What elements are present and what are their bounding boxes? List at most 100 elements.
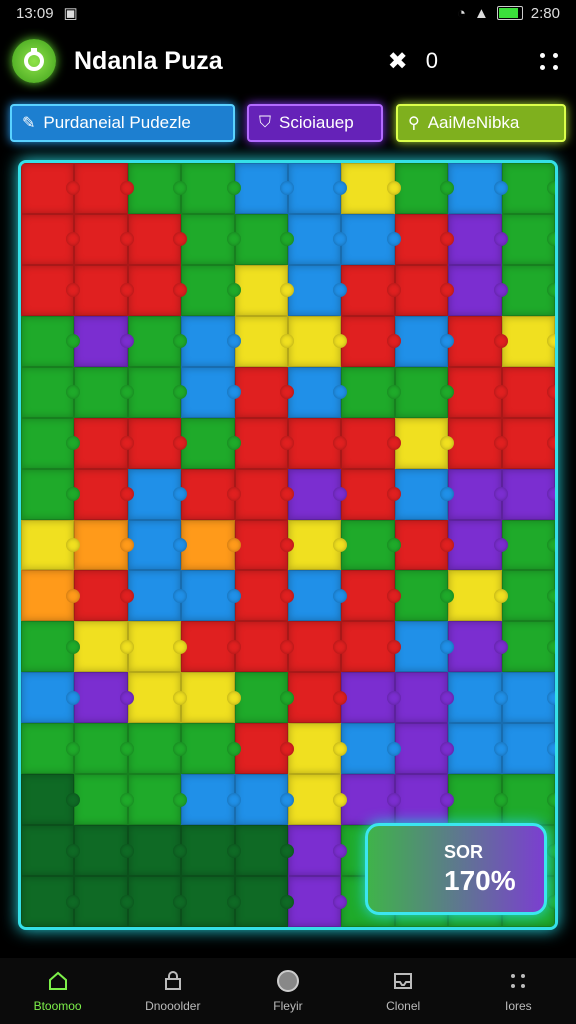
- puzzle-piece[interactable]: [341, 672, 402, 724]
- puzzle-piece[interactable]: [181, 672, 242, 724]
- puzzle-piece[interactable]: [74, 417, 135, 469]
- puzzle-piece[interactable]: [21, 417, 81, 469]
- puzzle-piece[interactable]: [181, 825, 242, 877]
- nav-item-fleyir[interactable]: Fleyir: [238, 969, 338, 1013]
- puzzle-piece[interactable]: [127, 825, 188, 877]
- puzzle-piece[interactable]: [448, 264, 509, 316]
- puzzle-piece[interactable]: [288, 315, 348, 367]
- puzzle-piece[interactable]: [181, 366, 242, 418]
- puzzle-piece[interactable]: [288, 366, 348, 418]
- puzzle-piece[interactable]: [341, 468, 402, 520]
- puzzle-piece[interactable]: [288, 417, 348, 469]
- puzzle-piece[interactable]: [127, 366, 188, 418]
- puzzle-piece[interactable]: [394, 672, 455, 724]
- puzzle-piece[interactable]: [501, 264, 555, 316]
- puzzle-piece[interactable]: [341, 417, 402, 469]
- puzzle-piece[interactable]: [234, 213, 295, 265]
- puzzle-piece[interactable]: [74, 519, 135, 571]
- puzzle-piece[interactable]: [448, 468, 509, 520]
- puzzle-piece[interactable]: [341, 519, 402, 571]
- puzzle-piece[interactable]: [234, 825, 295, 877]
- puzzle-piece[interactable]: [234, 163, 295, 214]
- puzzle-piece[interactable]: [127, 723, 188, 775]
- puzzle-piece[interactable]: [501, 774, 555, 826]
- puzzle-piece[interactable]: [448, 672, 509, 724]
- puzzle-piece[interactable]: [288, 774, 348, 826]
- puzzle-piece[interactable]: [127, 519, 188, 571]
- puzzle-piece[interactable]: [288, 213, 348, 265]
- puzzle-piece[interactable]: [74, 825, 135, 877]
- puzzle-piece[interactable]: [288, 570, 348, 622]
- puzzle-piece[interactable]: [394, 519, 455, 571]
- puzzle-piece[interactable]: [74, 672, 135, 724]
- puzzle-piece[interactable]: [234, 417, 295, 469]
- puzzle-piece[interactable]: [181, 519, 242, 571]
- puzzle-piece[interactable]: [74, 163, 135, 214]
- puzzle-piece[interactable]: [181, 621, 242, 673]
- nav-item-clonel[interactable]: Clonel: [353, 969, 453, 1013]
- puzzle-piece[interactable]: [21, 519, 81, 571]
- puzzle-piece[interactable]: [127, 468, 188, 520]
- puzzle-piece[interactable]: [394, 570, 455, 622]
- nav-item-iores[interactable]: Iores: [468, 969, 568, 1013]
- puzzle-piece[interactable]: [501, 570, 555, 622]
- puzzle-piece[interactable]: [501, 621, 555, 673]
- puzzle-piece[interactable]: [288, 876, 348, 927]
- puzzle-piece[interactable]: [288, 264, 348, 316]
- puzzle-piece[interactable]: [181, 315, 242, 367]
- puzzle-piece[interactable]: [74, 570, 135, 622]
- puzzle-piece[interactable]: [448, 315, 509, 367]
- puzzle-piece[interactable]: [501, 468, 555, 520]
- puzzle-piece[interactable]: [127, 570, 188, 622]
- puzzle-piece[interactable]: [341, 163, 402, 214]
- puzzle-piece[interactable]: [74, 723, 135, 775]
- puzzle-piece[interactable]: [21, 468, 81, 520]
- puzzle-piece[interactable]: [501, 213, 555, 265]
- puzzle-piece[interactable]: [181, 468, 242, 520]
- puzzle-piece[interactable]: [181, 570, 242, 622]
- puzzle-piece[interactable]: [501, 315, 555, 367]
- puzzle-piece[interactable]: [394, 366, 455, 418]
- puzzle-piece[interactable]: [394, 163, 455, 214]
- puzzle-piece[interactable]: [181, 417, 242, 469]
- puzzle-piece[interactable]: [127, 417, 188, 469]
- puzzle-piece[interactable]: [341, 213, 402, 265]
- puzzle-piece[interactable]: [74, 264, 135, 316]
- puzzle-piece[interactable]: [234, 774, 295, 826]
- close-button[interactable]: ✖: [388, 47, 408, 76]
- puzzle-piece[interactable]: [394, 774, 455, 826]
- puzzle-piece[interactable]: [21, 876, 81, 927]
- menu-button[interactable]: [534, 52, 564, 70]
- puzzle-piece[interactable]: [501, 672, 555, 724]
- puzzle-piece[interactable]: [394, 213, 455, 265]
- puzzle-piece[interactable]: [181, 213, 242, 265]
- puzzle-piece[interactable]: [21, 163, 81, 214]
- puzzle-piece[interactable]: [501, 723, 555, 775]
- puzzle-piece[interactable]: [127, 163, 188, 214]
- tab-puzzle[interactable]: ✎ Purdaneial Pudezle: [10, 104, 235, 142]
- puzzle-piece[interactable]: [21, 825, 81, 877]
- puzzle-piece[interactable]: [181, 163, 242, 214]
- puzzle-piece[interactable]: [341, 315, 402, 367]
- puzzle-piece[interactable]: [21, 264, 81, 316]
- puzzle-piece[interactable]: [74, 213, 135, 265]
- tab-scioiauep[interactable]: ⛉ Scioiauep: [247, 104, 383, 142]
- puzzle-piece[interactable]: [448, 163, 509, 214]
- nav-item-dnooolder[interactable]: Dnooolder: [123, 969, 223, 1013]
- puzzle-piece[interactable]: [288, 519, 348, 571]
- puzzle-piece[interactable]: [21, 774, 81, 826]
- puzzle-piece[interactable]: [74, 774, 135, 826]
- puzzle-piece[interactable]: [74, 876, 135, 927]
- puzzle-piece[interactable]: [21, 570, 81, 622]
- puzzle-piece[interactable]: [448, 621, 509, 673]
- puzzle-piece[interactable]: [341, 774, 402, 826]
- puzzle-piece[interactable]: [127, 213, 188, 265]
- puzzle-piece[interactable]: [234, 876, 295, 927]
- puzzle-piece[interactable]: [21, 366, 81, 418]
- puzzle-piece[interactable]: [288, 672, 348, 724]
- puzzle-piece[interactable]: [234, 264, 295, 316]
- puzzle-board[interactable]: SOR 170%: [18, 160, 558, 930]
- puzzle-piece[interactable]: [448, 417, 509, 469]
- puzzle-piece[interactable]: [21, 723, 81, 775]
- puzzle-piece[interactable]: [288, 723, 348, 775]
